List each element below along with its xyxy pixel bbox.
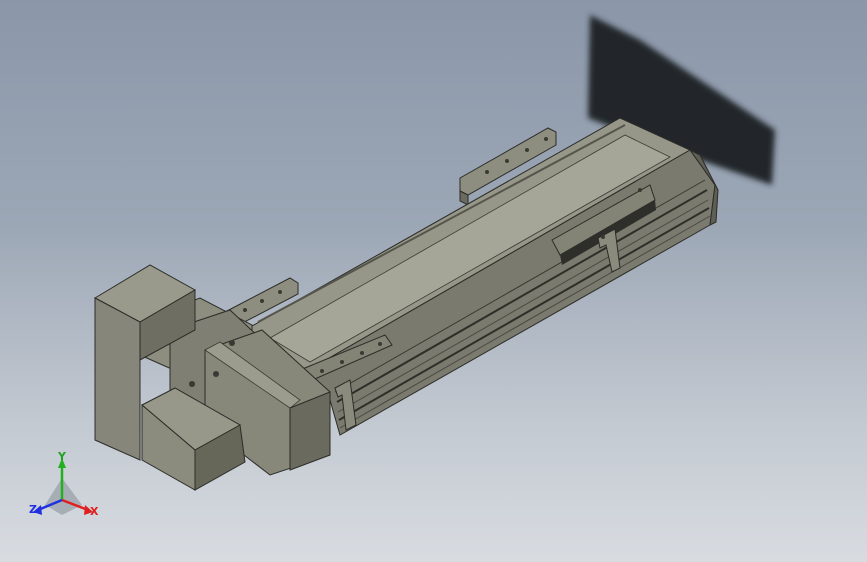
- x-axis-label: X: [90, 505, 99, 518]
- cad-viewport[interactable]: Y X Z: [0, 0, 867, 562]
- y-axis-label: Y: [58, 450, 66, 463]
- z-axis-label: Z: [29, 503, 37, 516]
- axis-triad: [33, 458, 93, 515]
- model-canvas[interactable]: [0, 0, 867, 562]
